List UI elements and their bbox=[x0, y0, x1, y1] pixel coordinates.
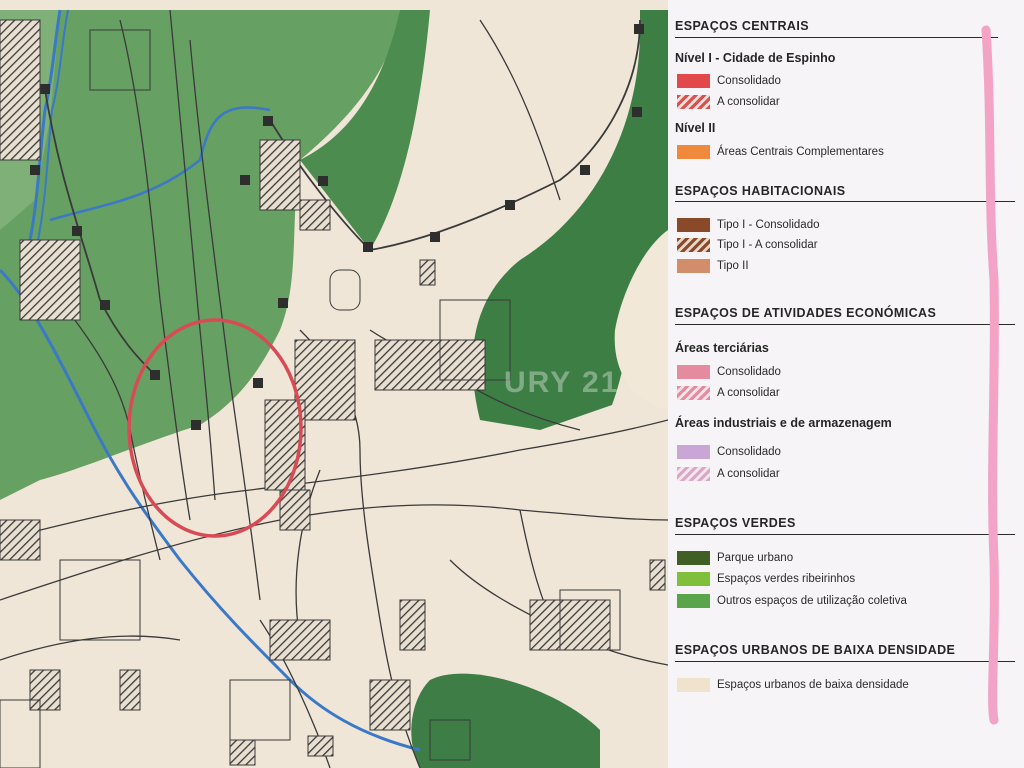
swatch-red-hatched bbox=[677, 95, 710, 109]
legend-item-tipo1-consolidado: Tipo I - Consolidado bbox=[677, 217, 820, 233]
legend-industriais-title: Áreas industriais e de armazenagem bbox=[675, 416, 892, 430]
legend-nivel1-title: Nível I - Cidade de Espinho bbox=[675, 51, 836, 65]
legend-nivel2-title: Nível II bbox=[675, 121, 716, 135]
legend-section-habitacionais-title: ESPAÇOS HABITACIONAIS bbox=[675, 184, 846, 198]
watermark-text: URY 21 bbox=[504, 366, 620, 399]
swatch-red bbox=[677, 74, 710, 88]
legend-panel: ESPAÇOS CENTRAIS Nível I - Cidade de Esp… bbox=[668, 0, 1024, 768]
legend-terciarias-title: Áreas terciárias bbox=[675, 341, 769, 355]
legend-item-centrais-consolidado: Consolidado bbox=[677, 73, 781, 89]
legend-item-parque-urbano: Parque urbano bbox=[677, 550, 793, 566]
map-panel[interactable]: URY 21 bbox=[0, 0, 668, 768]
swatch-lilac-hatched bbox=[677, 467, 710, 481]
legend-divider bbox=[675, 37, 998, 38]
pink-marker-stroke bbox=[981, 25, 999, 725]
legend-item-baixa-densidade: Espaços urbanos de baixa densidade bbox=[677, 677, 909, 693]
legend-item-tipo2: Tipo II bbox=[677, 258, 749, 274]
legend-item-terciarias-consolidado: Consolidado bbox=[677, 364, 781, 380]
swatch-green bbox=[677, 594, 710, 608]
swatch-lime bbox=[677, 572, 710, 586]
legend-item-tipo1-a-consolidar: Tipo I - A consolidar bbox=[677, 237, 818, 253]
swatch-brown-hatched bbox=[677, 238, 710, 252]
legend-item-outros-espacos: Outros espaços de utilização coletiva bbox=[677, 593, 907, 609]
legend-item-industriais-a-consolidar: A consolidar bbox=[677, 466, 780, 482]
swatch-brown bbox=[677, 218, 710, 232]
map-legend-photo: URY 21 ESPAÇOS CENTRAIS Nível I - Cidade… bbox=[0, 0, 1024, 768]
legend-item-ribeirinhos: Espaços verdes ribeirinhos bbox=[677, 571, 855, 587]
legend-item-industriais-consolidado: Consolidado bbox=[677, 444, 781, 460]
swatch-beige bbox=[677, 678, 710, 692]
swatch-dark-olive bbox=[677, 551, 710, 565]
swatch-pink bbox=[677, 365, 710, 379]
swatch-orange bbox=[677, 145, 710, 159]
legend-item-centrais-a-consolidar: A consolidar bbox=[677, 94, 780, 110]
swatch-pink-hatched bbox=[677, 386, 710, 400]
legend-section-verdes-title: ESPAÇOS VERDES bbox=[675, 516, 796, 530]
legend-section-centrais-title: ESPAÇOS CENTRAIS bbox=[675, 19, 809, 33]
legend-item-areas-complementares: Áreas Centrais Complementares bbox=[677, 144, 884, 160]
legend-item-terciarias-a-consolidar: A consolidar bbox=[677, 385, 780, 401]
swatch-lilac bbox=[677, 445, 710, 459]
legend-section-atividades-title: ESPAÇOS DE ATIVIDADES ECONÓMICAS bbox=[675, 306, 937, 320]
legend-section-baixa-title: ESPAÇOS URBANOS DE BAIXA DENSIDADE bbox=[675, 643, 956, 657]
swatch-salmon bbox=[677, 259, 710, 273]
